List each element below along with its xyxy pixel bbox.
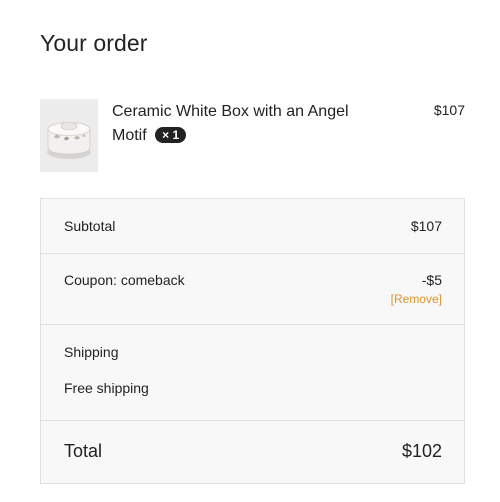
- total-row: Total $102: [41, 421, 464, 483]
- total-label: Total: [64, 441, 103, 461]
- product-name-text: Ceramic White Box with an Angel Motif: [112, 103, 349, 144]
- coupon-value: -$5: [421, 272, 442, 288]
- order-summary: Subtotal $107 Coupon: comeback -$5 [Remo…: [40, 198, 465, 484]
- subtotal-value: $107: [410, 218, 442, 234]
- shipping-row: Shipping Free shipping: [41, 325, 464, 421]
- remove-coupon-link[interactable]: [Remove]: [391, 292, 442, 306]
- coupon-label: Coupon: comeback: [64, 272, 185, 288]
- shipping-label: Shipping: [64, 344, 119, 360]
- product-thumbnail[interactable]: [40, 99, 98, 172]
- order-item: Ceramic White Box with an Angel Motif × …: [40, 99, 465, 172]
- subtotal-label: Subtotal: [64, 218, 116, 234]
- product-name: Ceramic White Box with an Angel Motif × …: [112, 100, 372, 148]
- total-value: $102: [401, 441, 442, 461]
- quantity-badge: × 1: [155, 127, 187, 143]
- order-heading: Your order: [40, 30, 148, 56]
- subtotal-row: Subtotal $107: [41, 199, 464, 254]
- shipping-method: Free shipping: [64, 380, 149, 396]
- product-price: $107: [433, 102, 465, 118]
- ceramic-box-image: [40, 99, 98, 172]
- coupon-row: Coupon: comeback -$5 [Remove]: [41, 254, 464, 325]
- order-review: Your order Ceramic White Box with an Ang…: [0, 0, 500, 502]
